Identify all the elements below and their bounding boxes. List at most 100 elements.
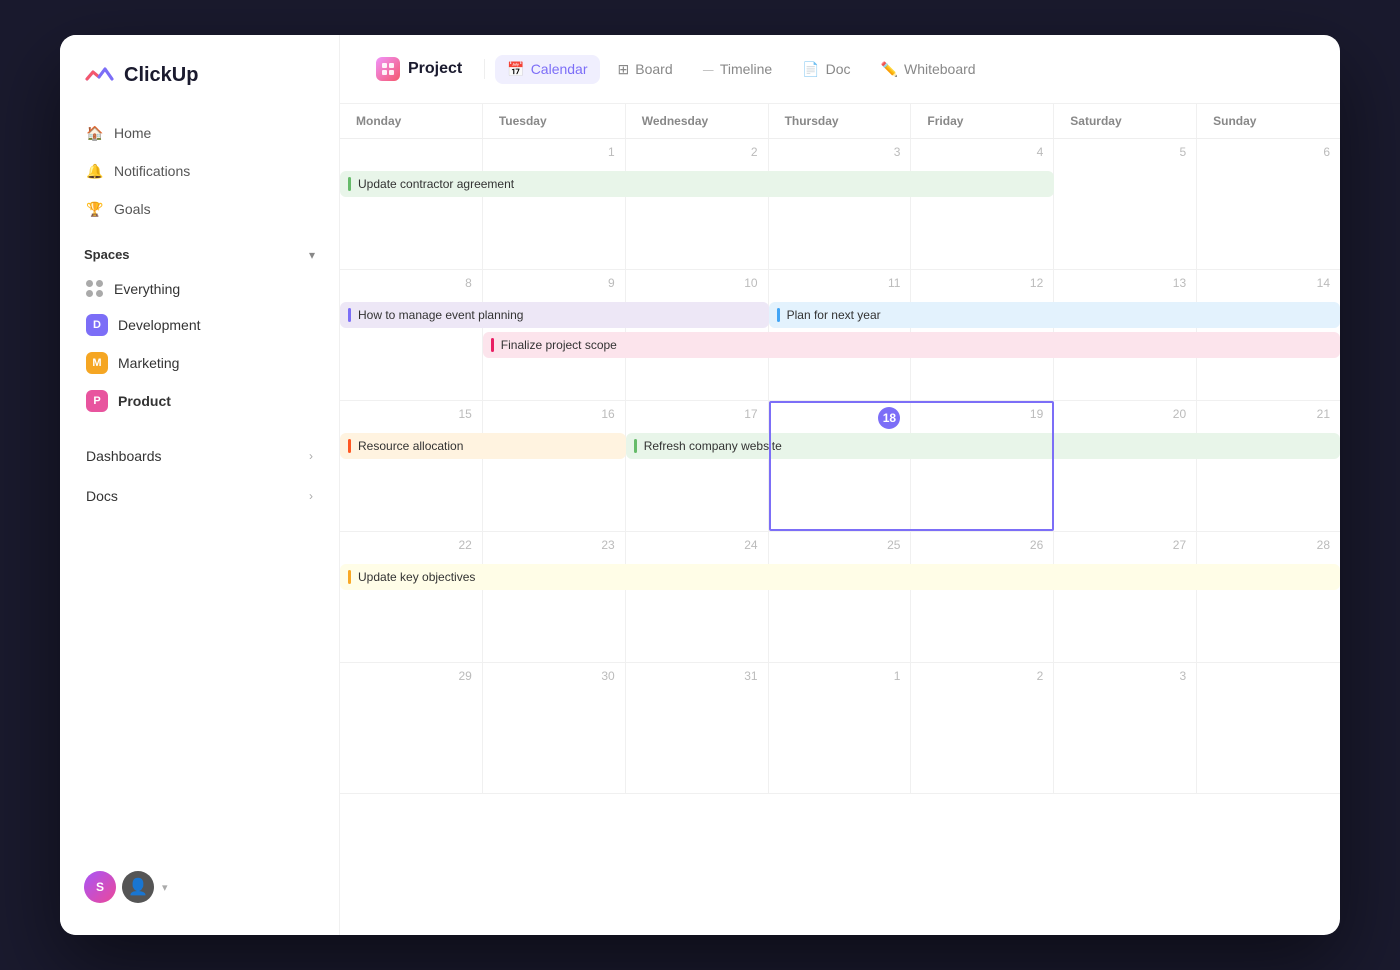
header-monday: Monday — [340, 104, 483, 138]
space-everything[interactable]: Everything — [72, 272, 327, 306]
cell-tue-w1[interactable]: 1 — [483, 139, 626, 269]
cell-wed-w1[interactable]: 2 — [626, 139, 769, 269]
everything-icon — [86, 280, 104, 298]
nav-list: 🏠 Home 🔔 Notifications 🏆 Goals — [60, 115, 339, 227]
docs-label: Docs — [86, 488, 118, 504]
cell-thu-w3[interactable]: 18 — [769, 401, 912, 531]
header-thursday: Thursday — [769, 104, 912, 138]
header-wednesday: Wednesday — [626, 104, 769, 138]
cell-sat-w2[interactable]: 13 — [1054, 270, 1197, 400]
spaces-header: Spaces ▾ — [60, 227, 339, 272]
sidebar: ClickUp 🏠 Home 🔔 Notifications 🏆 Goals S… — [60, 35, 340, 935]
cell-fri-w3[interactable]: 19 — [911, 401, 1054, 531]
space-development-label: Development — [118, 317, 201, 333]
avatar-s: S — [84, 871, 116, 903]
doc-tab-icon: 📄 — [802, 61, 819, 78]
cell-mon-w4[interactable]: 22 — [340, 532, 483, 662]
cell-thu-w4[interactable]: 25 — [769, 532, 912, 662]
cell-mon-w5[interactable]: 29 — [340, 663, 483, 793]
tab-doc-label: Doc — [826, 61, 851, 77]
timeline-tab-icon: ⏤ — [703, 61, 714, 78]
nav-home[interactable]: 🏠 Home — [72, 115, 327, 151]
cell-thu-w2[interactable]: 11 — [769, 270, 912, 400]
cell-sun-w4[interactable]: 28 — [1197, 532, 1340, 662]
week-row-3: 15 16 17 18 19 20 21 R — [340, 401, 1340, 532]
cell-tue-w4[interactable]: 23 — [483, 532, 626, 662]
today-date-badge: 18 — [878, 407, 900, 429]
week-row-4: 22 23 24 25 26 27 28 Update key objectiv… — [340, 532, 1340, 663]
week-row-1: 1 2 3 4 5 6 Update contractor agreement — [340, 139, 1340, 270]
cell-sun-w2[interactable]: 14 — [1197, 270, 1340, 400]
cell-fri-w2[interactable]: 12 — [911, 270, 1054, 400]
tab-calendar-label: Calendar — [531, 61, 588, 77]
cell-tue-w5[interactable]: 30 — [483, 663, 626, 793]
sidebar-bottom: S 👤 ▾ — [60, 855, 339, 919]
app-window: ClickUp 🏠 Home 🔔 Notifications 🏆 Goals S… — [60, 35, 1340, 935]
cell-sun-w1[interactable]: 6 — [1197, 139, 1340, 269]
cell-mon-w2[interactable]: 8 — [340, 270, 483, 400]
week-row-5: 29 30 31 1 2 3 — [340, 663, 1340, 794]
tab-doc[interactable]: 📄 Doc — [790, 55, 862, 84]
header-friday: Friday — [911, 104, 1054, 138]
cell-tue-w3[interactable]: 16 — [483, 401, 626, 531]
nav-home-label: Home — [114, 125, 151, 141]
dashboards-label: Dashboards — [86, 448, 162, 464]
space-product-label: Product — [118, 393, 171, 409]
cell-sat-w1[interactable]: 5 — [1054, 139, 1197, 269]
cell-sat-w4[interactable]: 27 — [1054, 532, 1197, 662]
space-development[interactable]: D Development — [72, 306, 327, 344]
cell-sat-w5[interactable]: 3 — [1054, 663, 1197, 793]
dashboards-chevron-icon: › — [309, 449, 313, 463]
cell-fri-w1[interactable]: 4 — [911, 139, 1054, 269]
marketing-badge: M — [86, 352, 108, 374]
space-product[interactable]: P Product — [72, 382, 327, 420]
nav-goals-label: Goals — [114, 201, 151, 217]
topbar-divider — [484, 59, 485, 79]
whiteboard-tab-icon: ✏️ — [881, 61, 898, 78]
tab-board-label: Board — [635, 61, 672, 77]
board-tab-icon: ⊞ — [618, 61, 630, 78]
space-everything-label: Everything — [114, 281, 180, 297]
cell-mon-w3[interactable]: 15 — [340, 401, 483, 531]
cell-sun-w3[interactable]: 21 — [1197, 401, 1340, 531]
development-badge: D — [86, 314, 108, 336]
nav-notifications[interactable]: 🔔 Notifications — [72, 153, 327, 189]
calendar-tab-icon: 📅 — [507, 61, 524, 78]
week-5-cells: 29 30 31 1 2 3 — [340, 663, 1340, 793]
project-title-area[interactable]: Project — [364, 51, 474, 87]
cell-fri-w5[interactable]: 2 — [911, 663, 1054, 793]
section-dashboards[interactable]: Dashboards › — [72, 438, 327, 474]
calendar-header: Monday Tuesday Wednesday Thursday Friday… — [340, 104, 1340, 139]
cell-wed-w2[interactable]: 10 — [626, 270, 769, 400]
cell-wed-w3[interactable]: 17 — [626, 401, 769, 531]
nav-goals[interactable]: 🏆 Goals — [72, 191, 327, 227]
cell-wed-w4[interactable]: 24 — [626, 532, 769, 662]
cell-sun-w5[interactable] — [1197, 663, 1340, 793]
tab-whiteboard[interactable]: ✏️ Whiteboard — [869, 55, 988, 84]
cell-sat-w3[interactable]: 20 — [1054, 401, 1197, 531]
week-4-cells: 22 23 24 25 26 27 28 — [340, 532, 1340, 662]
project-title: Project — [408, 60, 462, 78]
week-3-cells: 15 16 17 18 19 20 21 — [340, 401, 1340, 531]
cell-thu-w5[interactable]: 1 — [769, 663, 912, 793]
calendar-area: Monday Tuesday Wednesday Thursday Friday… — [340, 104, 1340, 935]
app-name: ClickUp — [124, 64, 198, 87]
nav-notifications-label: Notifications — [114, 163, 190, 179]
cell-fri-w4[interactable]: 26 — [911, 532, 1054, 662]
tab-board[interactable]: ⊞ Board — [606, 55, 685, 84]
cell-tue-w2[interactable]: 9 — [483, 270, 626, 400]
tab-calendar[interactable]: 📅 Calendar — [495, 55, 599, 84]
cell-wed-w5[interactable]: 31 — [626, 663, 769, 793]
logo: ClickUp — [60, 59, 339, 115]
cell-thu-w1[interactable]: 3 — [769, 139, 912, 269]
spaces-collapse-icon[interactable]: ▾ — [309, 248, 315, 262]
tab-timeline[interactable]: ⏤ Timeline — [691, 55, 785, 84]
space-marketing[interactable]: M Marketing — [72, 344, 327, 382]
user-menu-chevron-icon[interactable]: ▾ — [162, 881, 168, 894]
docs-chevron-icon: › — [309, 489, 313, 503]
home-icon: 🏠 — [86, 124, 104, 142]
cell-mon-w1[interactable] — [340, 139, 483, 269]
tab-whiteboard-label: Whiteboard — [904, 61, 976, 77]
section-docs[interactable]: Docs › — [72, 478, 327, 514]
header-tuesday: Tuesday — [483, 104, 626, 138]
